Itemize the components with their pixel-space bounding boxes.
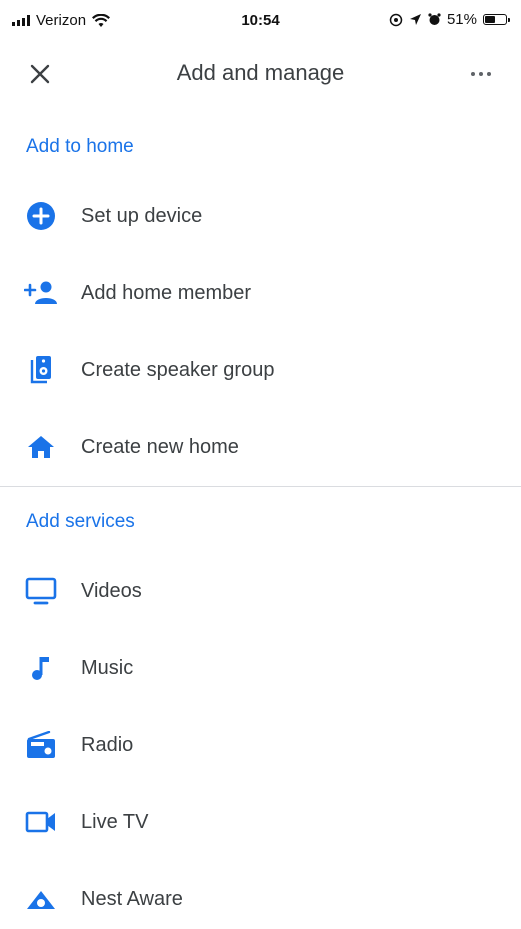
create-new-home-label: Create new home xyxy=(81,435,239,458)
add-home-member-item[interactable]: Add home member xyxy=(0,263,521,323)
live-tv-item[interactable]: Live TV xyxy=(0,792,521,852)
add-circle-icon xyxy=(24,199,58,233)
section-divider xyxy=(0,486,521,487)
more-dot xyxy=(487,72,491,76)
radio-label: Radio xyxy=(81,733,134,756)
location-lock-icon xyxy=(389,13,403,26)
create-new-home-item[interactable]: Create new home xyxy=(0,417,521,477)
radio-item[interactable]: Radio xyxy=(0,715,521,775)
location-arrow-icon xyxy=(409,14,421,25)
more-dot xyxy=(471,72,475,76)
battery-percent: 51% xyxy=(446,11,477,28)
battery-icon xyxy=(483,14,510,25)
music-note-icon xyxy=(24,651,58,685)
videocam-icon xyxy=(24,805,58,839)
music-label: Music xyxy=(81,656,134,679)
live-tv-label: Live TV xyxy=(81,810,149,833)
tv-icon xyxy=(24,574,58,608)
section-header-add-to-home: Add to home xyxy=(26,136,134,157)
app-bar: Add and manage xyxy=(0,44,521,102)
create-speaker-group-label: Create speaker group xyxy=(81,358,275,381)
add-home-member-label: Add home member xyxy=(81,281,252,304)
home-icon xyxy=(24,430,58,464)
videos-label: Videos xyxy=(81,579,142,602)
speaker-group-icon xyxy=(24,353,58,387)
nest-aware-icon xyxy=(24,882,58,916)
page-title: Add and manage xyxy=(176,60,345,85)
nest-aware-label: Nest Aware xyxy=(81,887,183,910)
music-item[interactable]: Music xyxy=(0,638,521,698)
more-options-button[interactable] xyxy=(467,60,495,88)
radio-icon xyxy=(24,728,58,762)
section-header-add-services: Add services xyxy=(26,511,135,532)
alarm-icon xyxy=(428,13,441,25)
create-speaker-group-item[interactable]: Create speaker group xyxy=(0,340,521,400)
more-dot xyxy=(479,72,483,76)
status-bar: Verizon 10:54 51% xyxy=(0,0,521,44)
set-up-device-item[interactable]: Set up device xyxy=(0,186,521,246)
nest-aware-item[interactable]: Nest Aware xyxy=(0,869,521,929)
videos-item[interactable]: Videos xyxy=(0,561,521,621)
set-up-device-label: Set up device xyxy=(81,204,203,227)
battery-fill xyxy=(485,16,495,23)
status-right: 51% xyxy=(389,11,510,28)
person-add-icon xyxy=(24,276,58,310)
